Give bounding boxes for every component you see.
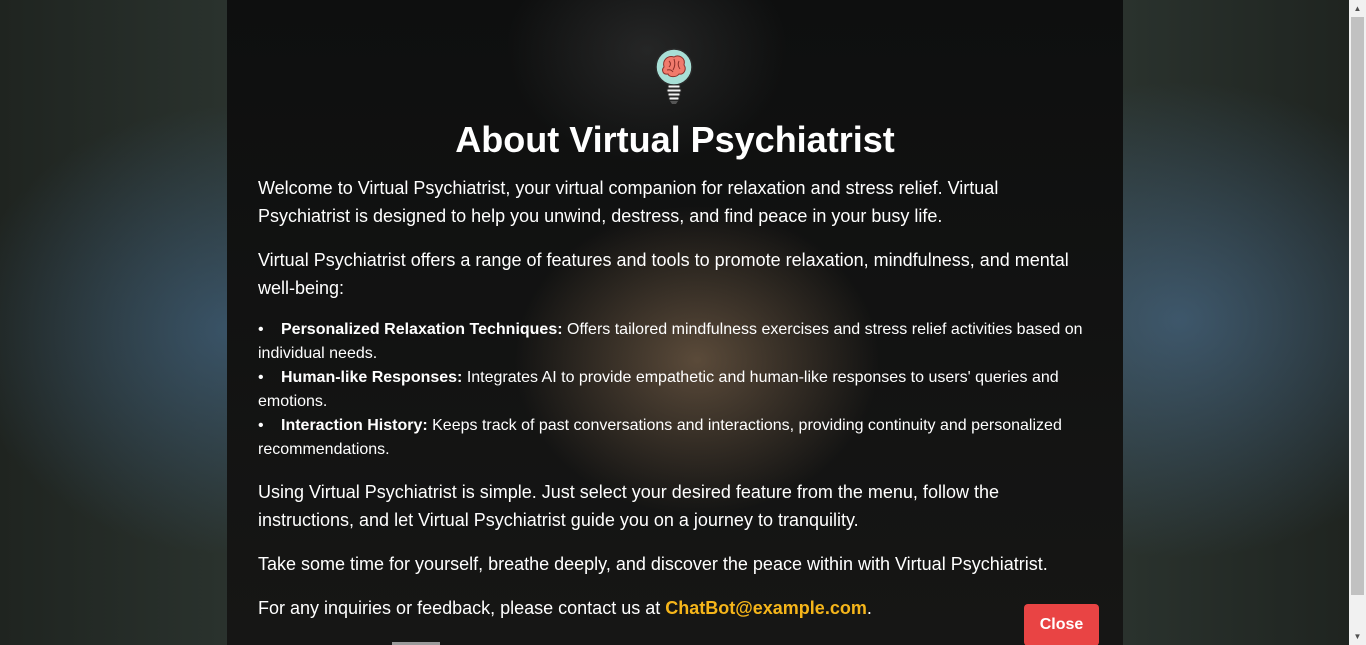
brain-lightbulb-icon <box>655 48 693 104</box>
list-item: • Personalized Relaxation Techniques: Off… <box>258 318 1088 366</box>
features-list: • Personalized Relaxation Techniques: Off… <box>258 318 1088 462</box>
scroll-down-arrow-icon[interactable]: ▼ <box>1349 628 1366 645</box>
usage-paragraph: Using Virtual Psychiatrist is simple. Ju… <box>258 482 999 530</box>
about-modal: About Virtual Psychiatrist Welcome to Vi… <box>227 0 1123 645</box>
bullet-icon: • <box>258 369 264 386</box>
vertical-scrollbar[interactable]: ▲ ▼ <box>1349 0 1366 645</box>
contact-email-link[interactable]: ChatBot@example.com <box>665 598 867 618</box>
intro-paragraph: Welcome to Virtual Psychiatrist, your vi… <box>258 178 999 226</box>
features-intro-paragraph: Virtual Psychiatrist offers a range of f… <box>258 250 1069 298</box>
contact-prefix: For any inquiries or feedback, please co… <box>258 598 666 618</box>
scroll-up-arrow-icon[interactable]: ▲ <box>1349 0 1366 17</box>
list-item: • Interaction History: Keeps track of pas… <box>258 414 1088 462</box>
contact-suffix: . <box>866 598 872 618</box>
feature-title: Interaction History: <box>281 417 428 434</box>
bullet-icon: • <box>258 417 264 434</box>
feature-title: Personalized Relaxation Techniques: <box>281 321 563 338</box>
list-item: • Human-like Responses: Integrates AI to … <box>258 366 1088 414</box>
modal-title: About Virtual Psychiatrist <box>455 119 895 160</box>
scrollbar-thumb[interactable] <box>1351 17 1364 595</box>
feature-title: Human-like Responses: <box>281 369 463 386</box>
bullet-icon: • <box>258 321 264 338</box>
close-button[interactable]: Close <box>1024 604 1099 645</box>
peace-paragraph: Take some time for yourself, breathe dee… <box>258 554 1048 574</box>
modal-content: Welcome to Virtual Psychiatrist, your vi… <box>258 174 1088 638</box>
contact-paragraph: For any inquiries or feedback, please co… <box>258 594 1088 622</box>
